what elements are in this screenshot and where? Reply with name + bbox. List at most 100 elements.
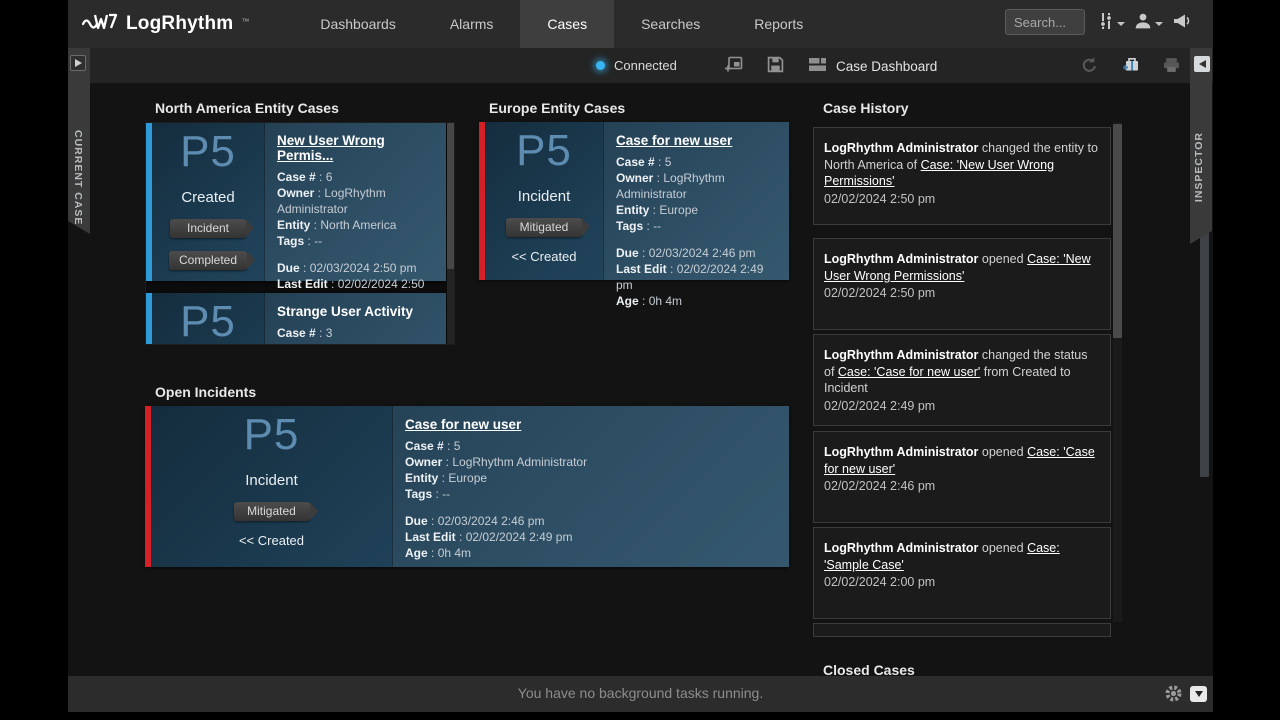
north-america-widget: P5 Created Incident Completed New User W… bbox=[145, 122, 455, 345]
case-status: Incident bbox=[245, 472, 298, 489]
panel-title-case-history: Case History bbox=[823, 100, 909, 116]
case-title-link[interactable]: Case for new user bbox=[405, 417, 521, 432]
chevron-down-icon bbox=[1117, 22, 1125, 26]
nav-item-cases[interactable]: Cases bbox=[520, 0, 614, 48]
save-dashboard-button[interactable] bbox=[764, 56, 786, 76]
widget-scrollbar-thumb[interactable] bbox=[447, 123, 455, 269]
case-number-label: Case # bbox=[405, 439, 454, 453]
case-title-link[interactable]: Strange User Activity bbox=[277, 304, 413, 319]
case-priority: P5 bbox=[244, 410, 300, 460]
history-case-link[interactable]: Case: 'Case for new user' bbox=[838, 365, 980, 379]
revert-status-link[interactable]: << Created bbox=[239, 533, 304, 548]
megaphone-icon bbox=[1172, 12, 1192, 33]
dashboard-layout-icon bbox=[808, 57, 827, 75]
chevron-down-icon bbox=[1155, 22, 1163, 26]
history-action: opened bbox=[978, 541, 1027, 555]
current-case-tab-label: CURRENT CASE bbox=[72, 130, 84, 225]
inspector-expand-button[interactable] bbox=[1194, 56, 1210, 72]
collapse-tasks-button[interactable] bbox=[1190, 686, 1207, 702]
history-entry: LogRhythm Administrator opened Case: 'Sa… bbox=[813, 527, 1111, 619]
tags-value: -- bbox=[653, 219, 661, 233]
background-tasks-bar: You have no background tasks running. bbox=[68, 676, 1213, 712]
transition-mitigated-button[interactable]: Mitigated bbox=[234, 502, 310, 521]
dashboard-title: Case Dashboard bbox=[808, 57, 937, 75]
transition-button-label: Completed bbox=[179, 253, 237, 267]
chevron-down-icon bbox=[1195, 691, 1203, 697]
case-number-label: Case # bbox=[277, 326, 326, 340]
history-entry: LogRhythm Administrator opened Case: 'Ne… bbox=[813, 238, 1111, 330]
case-number-value: 5 bbox=[454, 439, 461, 453]
sliders-icon bbox=[1098, 12, 1114, 33]
history-actor: LogRhythm Administrator bbox=[824, 141, 978, 155]
history-actor: LogRhythm Administrator bbox=[824, 348, 978, 362]
connected-status-dot bbox=[596, 61, 605, 70]
history-entry: LogRhythm Administrator changed the enti… bbox=[813, 127, 1111, 225]
history-actor: LogRhythm Administrator bbox=[824, 445, 978, 459]
announcements-button[interactable] bbox=[1172, 12, 1192, 33]
history-scrollbar[interactable] bbox=[1113, 122, 1122, 622]
print-button[interactable] bbox=[1160, 56, 1182, 76]
widget-title-north-america: North America Entity Cases bbox=[155, 100, 339, 116]
due-value: 02/03/2024 2:46 pm bbox=[649, 246, 756, 260]
add-widget-button[interactable] bbox=[722, 56, 744, 76]
transition-incident-button[interactable]: Incident bbox=[170, 219, 246, 238]
undo-icon bbox=[1081, 56, 1098, 76]
logo-text: LogRhythm bbox=[126, 13, 233, 35]
current-case-tab[interactable]: CURRENT CASE bbox=[68, 48, 90, 234]
primary-nav: Dashboards Alarms Cases Searches Reports bbox=[293, 0, 830, 48]
history-timestamp: 02/02/2024 2:50 pm bbox=[824, 285, 1100, 302]
logrhythm-logo[interactable]: LogRhythm ™ bbox=[82, 11, 249, 38]
nav-item-dashboards[interactable]: Dashboards bbox=[293, 0, 423, 48]
transition-button-label: Incident bbox=[187, 221, 229, 235]
user-menu-button[interactable] bbox=[1134, 12, 1163, 33]
case-priority: P5 bbox=[180, 297, 236, 345]
connected-label: Connected bbox=[614, 58, 677, 73]
logrhythm-wave-icon bbox=[82, 11, 118, 38]
case-title-link[interactable]: New User Wrong Permis... bbox=[277, 133, 434, 163]
history-action: opened bbox=[978, 252, 1027, 266]
entity-label: Entity bbox=[405, 471, 448, 485]
logo-trademark: ™ bbox=[241, 17, 249, 26]
top-nav-bar: LogRhythm ™ Dashboards Alarms Cases Sear… bbox=[68, 0, 1213, 48]
tasks-settings-button[interactable] bbox=[1164, 684, 1183, 706]
undo-button[interactable] bbox=[1078, 56, 1100, 76]
tags-label: Tags bbox=[616, 219, 653, 233]
add-case-button[interactable] bbox=[1120, 56, 1142, 76]
widget-scrollbar[interactable] bbox=[447, 123, 455, 345]
revert-status-link[interactable]: << Created bbox=[511, 249, 576, 264]
chevron-right-icon bbox=[75, 59, 82, 67]
last-edit-label: Last Edit bbox=[277, 277, 338, 291]
background-tasks-message: You have no background tasks running. bbox=[68, 685, 1213, 701]
dashboard-name-label: Case Dashboard bbox=[836, 59, 937, 74]
age-label: Age bbox=[616, 294, 649, 308]
due-value: 02/03/2024 2:50 pm bbox=[310, 261, 417, 275]
global-search-input[interactable] bbox=[1005, 9, 1085, 35]
history-scrollbar-thumb[interactable] bbox=[1113, 124, 1122, 338]
case-card: P5 Incident Mitigated << Created Case fo… bbox=[479, 122, 789, 280]
transition-completed-button[interactable]: Completed bbox=[169, 251, 247, 270]
user-icon bbox=[1134, 12, 1152, 33]
due-value: 02/03/2024 2:46 pm bbox=[438, 514, 545, 528]
transition-mitigated-button[interactable]: Mitigated bbox=[506, 218, 582, 237]
logrhythm-console: LogRhythm ™ Dashboards Alarms Cases Sear… bbox=[0, 0, 1280, 720]
entity-value: Europe bbox=[448, 471, 487, 485]
nav-item-alarms[interactable]: Alarms bbox=[423, 0, 521, 48]
nav-item-searches[interactable]: Searches bbox=[614, 0, 727, 48]
case-title-link[interactable]: Case for new user bbox=[616, 133, 732, 148]
last-edit-value: 02/02/2024 2:49 pm bbox=[466, 530, 573, 544]
filter-settings-button[interactable] bbox=[1098, 12, 1125, 33]
inspector-tab[interactable]: INSPECTOR bbox=[1190, 48, 1212, 244]
case-card: P5 Incident Mitigated << Created Case fo… bbox=[145, 406, 789, 567]
history-entry: LogRhythm Administrator changed the stat… bbox=[813, 334, 1111, 426]
case-card: P5 Created Incident Completed New User W… bbox=[146, 123, 446, 281]
add-widget-icon bbox=[724, 56, 743, 76]
nav-item-reports[interactable]: Reports bbox=[727, 0, 830, 48]
case-number-value: 3 bbox=[326, 326, 333, 340]
history-entry: LogRhythm Administrator opened Case: 'Ca… bbox=[813, 431, 1111, 523]
transition-button-label: Mitigated bbox=[520, 220, 569, 234]
tags-label: Tags bbox=[277, 234, 314, 248]
case-number-value: 6 bbox=[326, 170, 333, 184]
owner-label: Owner bbox=[616, 171, 663, 185]
due-label: Due bbox=[616, 246, 649, 260]
current-case-expand-button[interactable] bbox=[70, 55, 86, 71]
